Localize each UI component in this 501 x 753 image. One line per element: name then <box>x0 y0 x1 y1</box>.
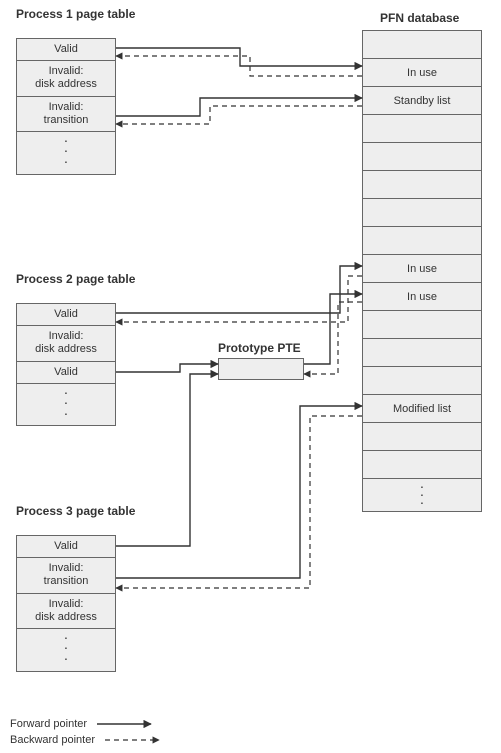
prototype-pte-box <box>218 358 304 380</box>
ellipsis <box>17 660 115 670</box>
p3-entry-invalid-disk: Invalid: disk address <box>17 594 115 629</box>
legend-forward: Forward pointer <box>10 718 155 730</box>
p1-entry-invalid-disk: Invalid: disk address <box>17 61 115 96</box>
legend-backward: Backward pointer <box>10 734 163 746</box>
process2-table: Valid Invalid: disk address Valid . . . <box>16 303 116 426</box>
arrow-solid-icon <box>95 719 155 729</box>
ellipsis <box>17 415 115 425</box>
pfn-row <box>363 339 481 367</box>
pfn-row-inuse: In use <box>363 255 481 283</box>
pfn-row <box>363 171 481 199</box>
p3-entry-invalid-transition: Invalid: transition <box>17 558 115 593</box>
pfn-database: In use Standby list In use In use Modifi… <box>362 30 482 512</box>
pfn-row <box>363 31 481 59</box>
pfn-row <box>363 199 481 227</box>
p2-entry-invalid-disk: Invalid: disk address <box>17 326 115 361</box>
legend-backward-label: Backward pointer <box>10 734 95 746</box>
arrow-dashed-icon <box>103 735 163 745</box>
process3-table: Valid Invalid: transition Invalid: disk … <box>16 535 116 672</box>
diagram-stage: Process 1 page table Process 2 page tabl… <box>0 0 501 753</box>
pfn-row <box>363 143 481 171</box>
p1-entry-invalid-transition: Invalid: transition <box>17 97 115 132</box>
pfn-row-standby: Standby list <box>363 87 481 115</box>
pfn-row <box>363 115 481 143</box>
p3-entry-valid: Valid <box>17 536 115 558</box>
ellipsis <box>17 163 115 173</box>
pfn-row <box>363 367 481 395</box>
pfn-row-modified: Modified list <box>363 395 481 423</box>
ellipsis <box>363 503 481 511</box>
pfn-title: PFN database <box>380 12 459 25</box>
pfn-row-inuse: In use <box>363 283 481 311</box>
pfn-row <box>363 423 481 451</box>
process3-title: Process 3 page table <box>16 505 135 518</box>
process2-title: Process 2 page table <box>16 273 135 286</box>
process1-table: Valid Invalid: disk address Invalid: tra… <box>16 38 116 175</box>
process1-title: Process 1 page table <box>16 8 135 21</box>
legend-forward-label: Forward pointer <box>10 718 87 730</box>
pfn-row <box>363 311 481 339</box>
prototype-pte-title: Prototype PTE <box>218 341 301 355</box>
p1-entry-valid: Valid <box>17 39 115 61</box>
p2-entry-valid: Valid <box>17 304 115 326</box>
pfn-row <box>363 227 481 255</box>
pfn-row-inuse: In use <box>363 59 481 87</box>
